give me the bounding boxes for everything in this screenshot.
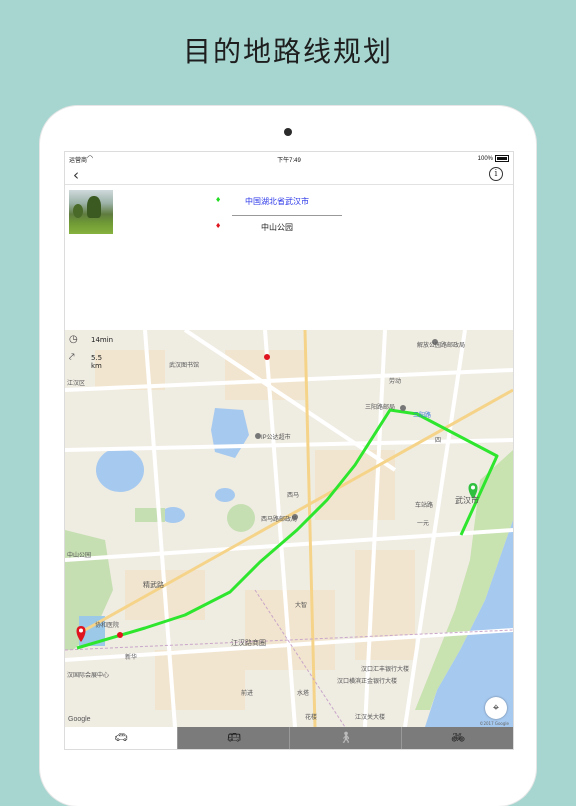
map-label: 中山公园	[67, 553, 92, 559]
start-point-icon: ♦	[215, 196, 222, 204]
map-label: 江汉关大楼	[355, 715, 386, 721]
clock-icon: ◷	[69, 334, 78, 345]
route-duration: 14min	[91, 336, 114, 344]
map-label: 江汉路商圈	[231, 640, 266, 647]
map-label: 一元	[417, 521, 430, 527]
map-label: 三阳路邮局	[365, 405, 396, 411]
app-screen: 运营商 ◠ 下午7:49 100% ‹ i ♦ 中国湖北省武汉市 ♦ 中山公园	[64, 151, 514, 750]
bus-icon: 🚌︎	[227, 731, 241, 744]
photo-tree	[87, 196, 101, 218]
map-label: 武汉图书馆	[169, 363, 200, 369]
walk-icon: 🚶︎	[339, 731, 353, 744]
route-distance: 5.5 km	[91, 354, 103, 370]
route-map[interactable]: 武汉图书馆 解放公园路邮政局 劳动 江汉区 三阳路邮局 三阳路 IP公达超市 四…	[65, 330, 513, 727]
battery-percent: 100%	[477, 156, 493, 163]
info-icon[interactable]: i	[489, 167, 503, 181]
map-label: 西马	[287, 493, 300, 499]
map-label: 三阳路	[413, 413, 432, 419]
map-label: 车站路	[415, 503, 434, 509]
status-time: 下午7:49	[277, 158, 301, 164]
map-labels: 武汉图书馆 解放公园路邮政局 劳动 江汉区 三阳路邮局 三阳路 IP公达超市 四…	[65, 330, 513, 727]
tab-car[interactable]: 🚗︎	[65, 727, 177, 749]
tab-bike[interactable]: 🚲︎	[401, 727, 513, 749]
route-from[interactable]: 中国湖北省武汉市	[245, 196, 309, 207]
map-label: 前进	[241, 691, 254, 697]
bike-icon: 🚲︎	[451, 731, 465, 744]
back-chevron-left-icon[interactable]: ‹	[73, 166, 79, 184]
map-label: 武汉市	[455, 496, 479, 505]
tab-walk[interactable]: 🚶︎	[289, 727, 402, 749]
map-label: 汉口汇丰银行大楼	[361, 667, 410, 673]
nav-bar: ‹ i	[65, 164, 513, 185]
google-logo: Google	[68, 716, 91, 723]
map-label: 江汉区	[67, 381, 86, 387]
map-label: 劳动	[389, 379, 402, 385]
map-label: 汉口横滨正金银行大楼	[337, 679, 398, 685]
map-label: 新华	[125, 655, 138, 661]
photo-tree-small	[73, 204, 83, 218]
map-copyright: ©2017 Google	[479, 721, 509, 726]
camera-dot	[284, 128, 292, 136]
map-label: 解放公园路邮政局	[417, 343, 466, 349]
car-icon: 🚗︎	[114, 731, 128, 744]
map-label: 大智	[295, 603, 308, 609]
route-divider	[232, 215, 342, 216]
map-label: 西马路邮政局	[261, 517, 298, 523]
locate-icon[interactable]: ⌖	[485, 697, 507, 719]
transport-mode-tabs: 🚗︎ 🚌︎ 🚶︎ 🚲︎	[65, 727, 513, 749]
map-label: 水塔	[297, 691, 310, 697]
battery-icon	[495, 155, 509, 162]
map-label: IP公达超市	[261, 435, 291, 441]
map-label: 精武路	[143, 582, 164, 589]
distance-icon: ⤤	[69, 352, 75, 363]
map-label: 协和医院	[95, 623, 120, 629]
map-label: 花楼	[305, 715, 318, 721]
route-to[interactable]: 中山公园	[261, 222, 293, 233]
battery-indicator: 100%	[478, 155, 509, 162]
map-label: 汉国际会展中心	[67, 673, 110, 679]
status-bar: 运营商 ◠ 下午7:49 100%	[65, 152, 513, 164]
tab-bus[interactable]: 🚌︎	[177, 727, 290, 749]
page-headline: 目的地路线规划	[182, 35, 393, 68]
map-label: 四	[435, 438, 442, 444]
end-point-icon: ♦	[215, 222, 222, 230]
destination-photo	[69, 190, 113, 234]
